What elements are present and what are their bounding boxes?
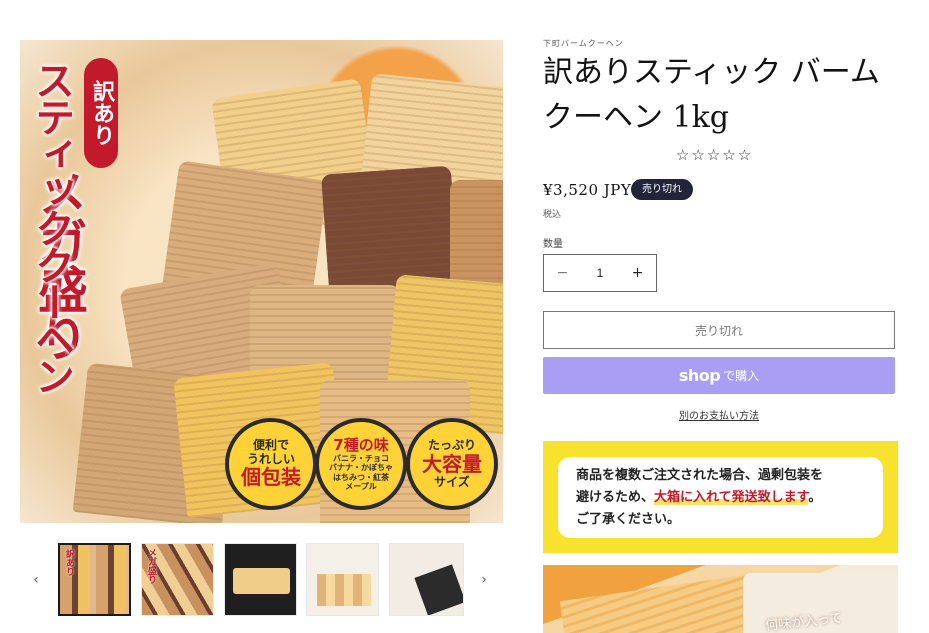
gallery-thumbnail[interactable] [389, 543, 464, 616]
gallery-thumbnail[interactable]: メガ盛り [141, 543, 214, 616]
sold-out-button[interactable]: 売り切れ [543, 311, 895, 349]
large-volume-badge: たっぷり 大容量 サイズ [406, 418, 498, 510]
shipping-notice-banner: 商品を複数ご注文された場合、過剰包装を 避けるため、大箱に入れて発送致します。 … [543, 441, 898, 553]
quantity-decrease-button[interactable]: − [544, 255, 581, 291]
quantity-stepper: − + [543, 254, 657, 292]
product-title: 訳ありスティック バームクーヘン 1kg [543, 55, 880, 135]
product-price: ¥3,520 JPY [543, 181, 632, 199]
shop-pay-label: で購入 [723, 369, 760, 383]
individual-pack-badge: 便利で うれしい 個包装 [225, 418, 317, 510]
gallery-thumbnail[interactable] [306, 543, 379, 616]
gallery-thumbnail[interactable] [224, 543, 297, 616]
wake-ari-badge: 訳あり [84, 58, 118, 168]
product-vendor: 下町バームクーヘン [543, 39, 624, 48]
shipping-notice-text: 商品を複数ご注文された場合、過剰包装を 避けるため、大箱に入れて発送致します。 … [558, 457, 883, 538]
tax-note: 税込 [543, 210, 562, 220]
quantity-label: 数量 [543, 239, 563, 250]
sold-out-badge: 売り切れ [631, 179, 693, 200]
gallery-thumbnail[interactable]: 訳あり [58, 543, 131, 616]
notice-highlight: 大箱に入れて発送致します [654, 490, 809, 505]
chevron-left-icon[interactable]: ‹ [26, 566, 46, 594]
cake-piece [320, 165, 460, 295]
image-headline-2: スティッククーヘン [28, 60, 74, 393]
shop-pay-button[interactable]: shop で購入 [543, 357, 895, 394]
rating-stars[interactable]: ☆☆☆☆☆ [676, 146, 753, 164]
quantity-input[interactable] [581, 266, 619, 280]
more-payment-options-link[interactable]: 別のお支払い方法 [543, 407, 895, 422]
main-product-image[interactable]: 訳あり メガ盛り スティッククーヘン 便利で うれしい 個包装 7種の味 バニラ… [20, 40, 503, 523]
shop-pay-logo: shop [678, 366, 721, 385]
chevron-right-icon[interactable]: › [474, 566, 494, 594]
promo-photo: 何味が入って [543, 565, 898, 633]
seven-flavors-badge: 7種の味 バニラ・チョコ バナナ・かぼちゃ はちみつ・紅茶 メープル [315, 418, 407, 510]
quantity-increase-button[interactable]: + [619, 255, 656, 291]
